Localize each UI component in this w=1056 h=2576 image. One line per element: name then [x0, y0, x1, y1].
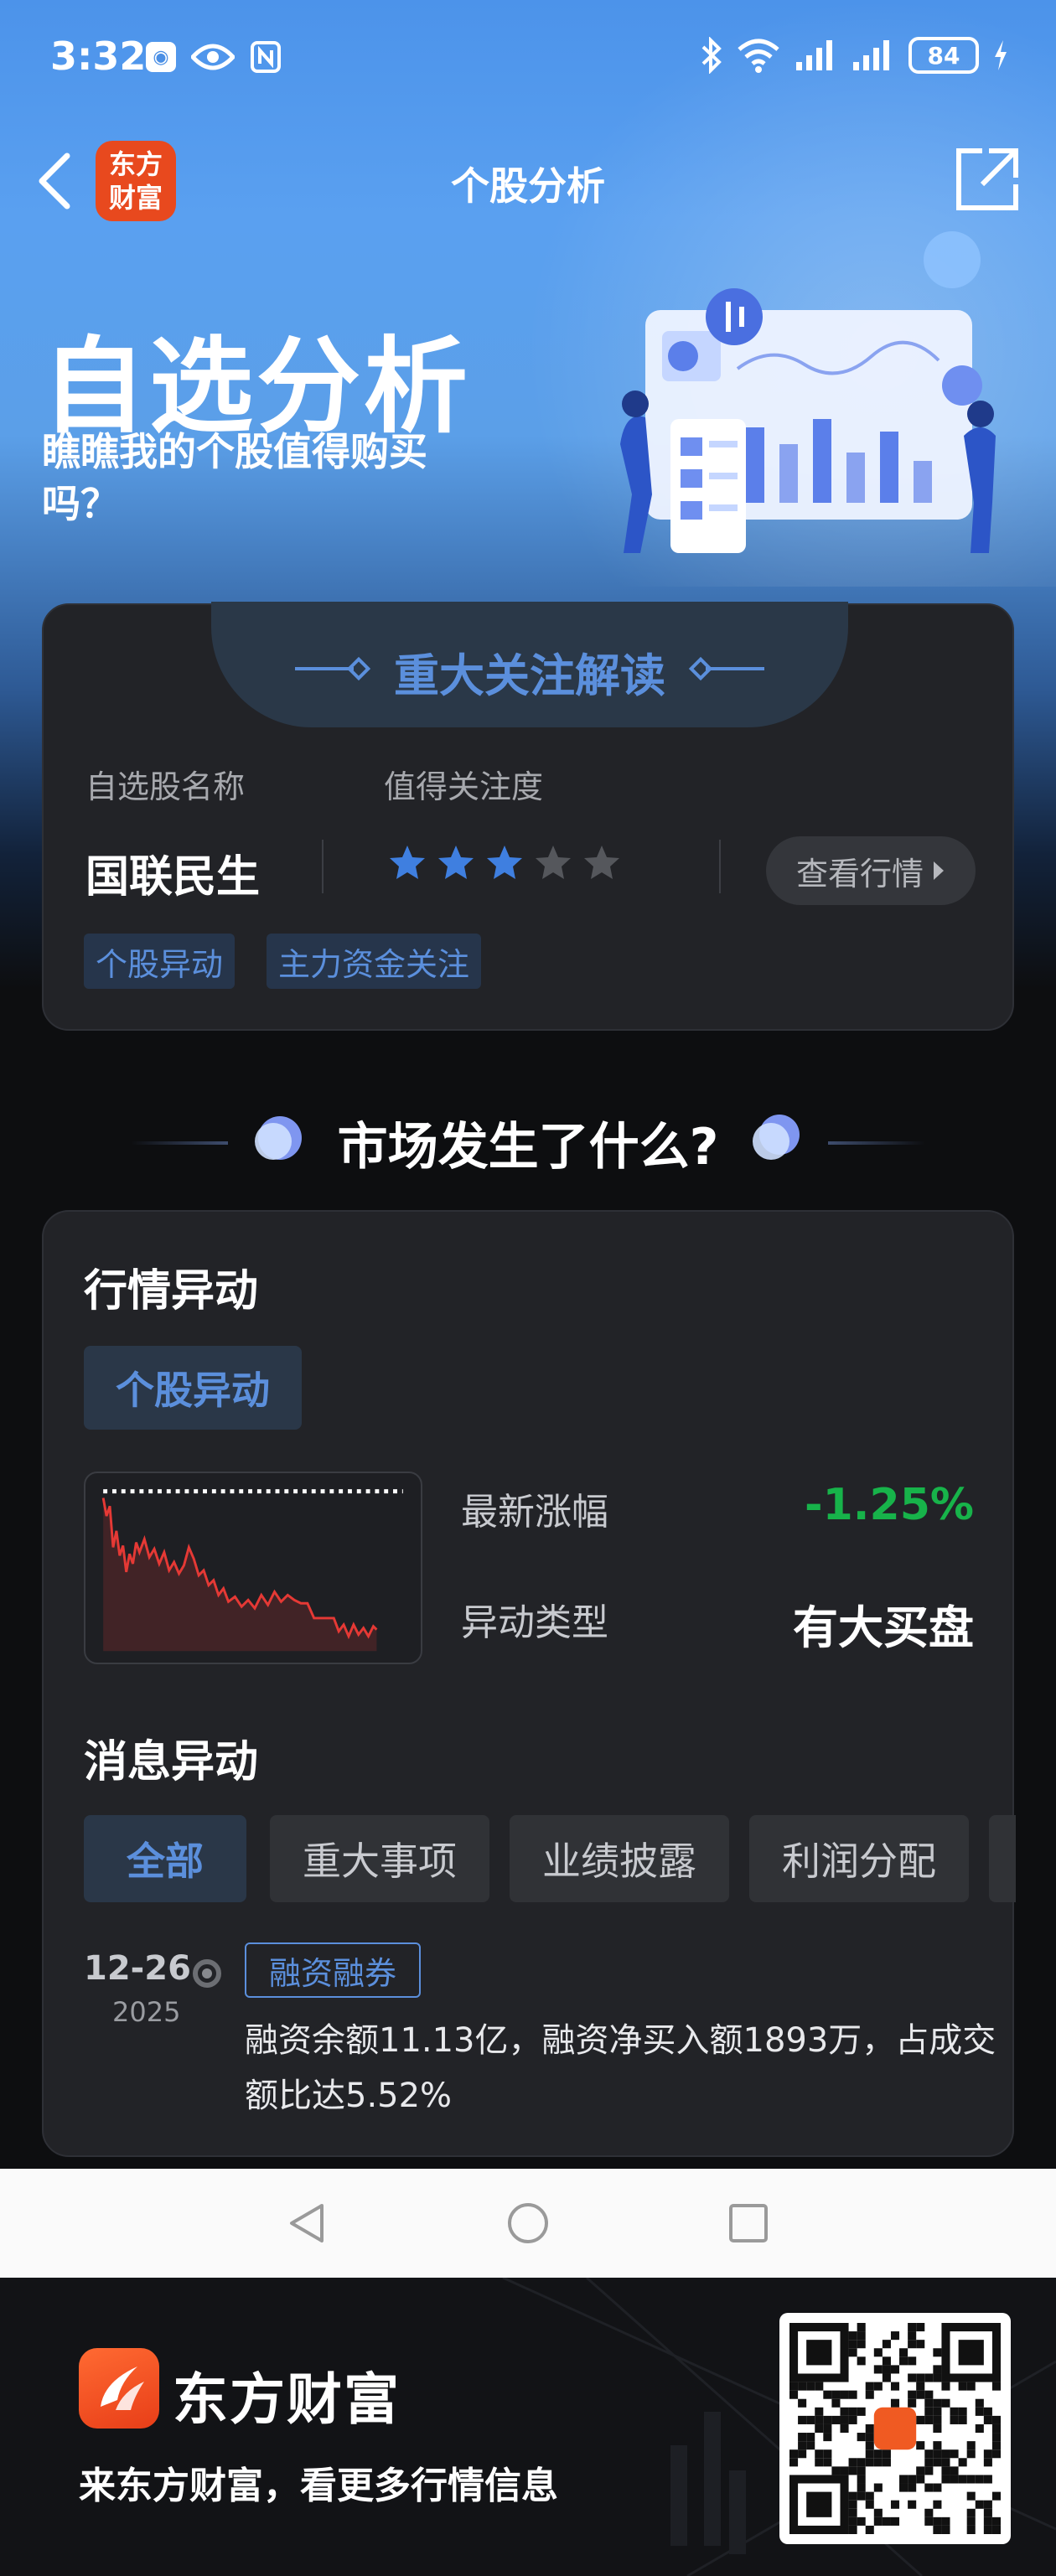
brand-logo-icon [79, 2348, 159, 2429]
hero-subtitle: 瞧瞧我的个股值得购买吗？ [42, 429, 427, 526]
charging-icon [995, 40, 1007, 70]
footer-brand: 东方财富 [173, 2367, 401, 2432]
tab-stock-movement[interactable]: 个股异动 [84, 1346, 302, 1430]
back-nav-button[interactable] [285, 2201, 330, 2246]
status-time: 3:32 [50, 34, 147, 79]
change-value: -1.25% [805, 1480, 974, 1530]
intraday-mini-chart [84, 1472, 422, 1664]
qr-code[interactable] [779, 2313, 1011, 2544]
filter-dividend[interactable]: 利润分配 [749, 1815, 969, 1902]
star-filled-icon [390, 846, 425, 879]
star-empty-icon [536, 846, 571, 879]
star-empty-icon [584, 846, 619, 879]
filter-more[interactable] [989, 1815, 1016, 1902]
quote-section-title: 行情异动 [84, 1266, 259, 1316]
movement-card: 行情异动 个股异动 最新涨幅 -1.25% 异动类型 有大买盘 消息异动 全部 … [42, 1210, 1016, 2157]
qr-code-image [789, 2323, 1001, 2534]
focus-card: 重大关注解读 自选股名称 值得关注度 国联民生 查看行情 个股异动 主力资金关注 [42, 602, 1014, 1031]
news-year: 2025 [112, 1996, 181, 2028]
tag-stock-movement: 个股异动 [84, 934, 236, 989]
recents-nav-button[interactable] [726, 2201, 771, 2246]
news-date: 12-26 [84, 1949, 191, 1988]
promo-footer: 东方财富 来东方财富，看更多行情信息 [0, 2278, 1056, 2576]
battery-icon: 84 [908, 37, 979, 74]
view-quote-label: 查看行情 [795, 855, 924, 892]
analysis-illustration [620, 231, 996, 553]
news-section-title: 消息异动 [84, 1737, 259, 1787]
focus-card-title: 重大关注解读 [394, 649, 665, 702]
footer-slogan: 来东方财富，看更多行情信息 [79, 2465, 558, 2507]
signal-icon [796, 40, 832, 70]
attention-stars [387, 843, 622, 883]
home-nav-button[interactable] [505, 2201, 551, 2246]
bubble-icon [753, 1115, 800, 1160]
page-title: 个股分析 [451, 163, 605, 209]
signal-icon [853, 40, 889, 70]
bluetooth-icon [701, 37, 722, 74]
movement-type-value: 有大买盘 [793, 1601, 974, 1654]
stock-name-label: 自选股名称 [85, 768, 246, 805]
price-area [103, 1497, 377, 1652]
timeline-dot [193, 1959, 221, 1988]
eye-icon [191, 42, 235, 72]
filter-major-events[interactable]: 重大事项 [270, 1815, 489, 1902]
filter-all[interactable]: 全部 [84, 1815, 246, 1902]
star-filled-icon [487, 846, 522, 879]
nfc-icon [250, 40, 282, 74]
status-icons-right: 84 [701, 37, 1009, 74]
change-label: 最新涨幅 [461, 1491, 608, 1534]
movement-type-label: 异动类型 [461, 1601, 608, 1644]
attention-label: 值得关注度 [384, 768, 544, 805]
filter-earnings[interactable]: 业绩披露 [510, 1815, 729, 1902]
news-filter-row: 全部 重大事项 业绩披露 利润分配 [84, 1815, 1016, 1902]
news-tag: 融资融券 [245, 1942, 421, 1998]
share-button[interactable] [952, 144, 1022, 215]
status-icons-left: ◉ [146, 40, 282, 74]
star-filled-icon [438, 846, 474, 879]
view-quote-button[interactable]: 查看行情 [766, 836, 976, 905]
app-badge-icon: ◉ [146, 42, 176, 72]
header-decoration [828, 1141, 925, 1145]
divider [322, 840, 324, 893]
system-nav-bar [0, 2169, 1056, 2278]
status-bar: 3:32 ◉ 84 [0, 0, 1056, 117]
wifi-icon [738, 39, 779, 73]
caret-right-icon [934, 861, 944, 880]
market-header: 市场发生了什么? [0, 1099, 1056, 1183]
divider [719, 840, 721, 893]
stock-name: 国联民生 [85, 852, 261, 903]
news-text[interactable]: 融资余额11.13亿，融资净买入额1893万，占成交额比达5.52% [245, 2013, 1016, 2123]
tag-main-fund: 主力资金关注 [267, 934, 482, 989]
